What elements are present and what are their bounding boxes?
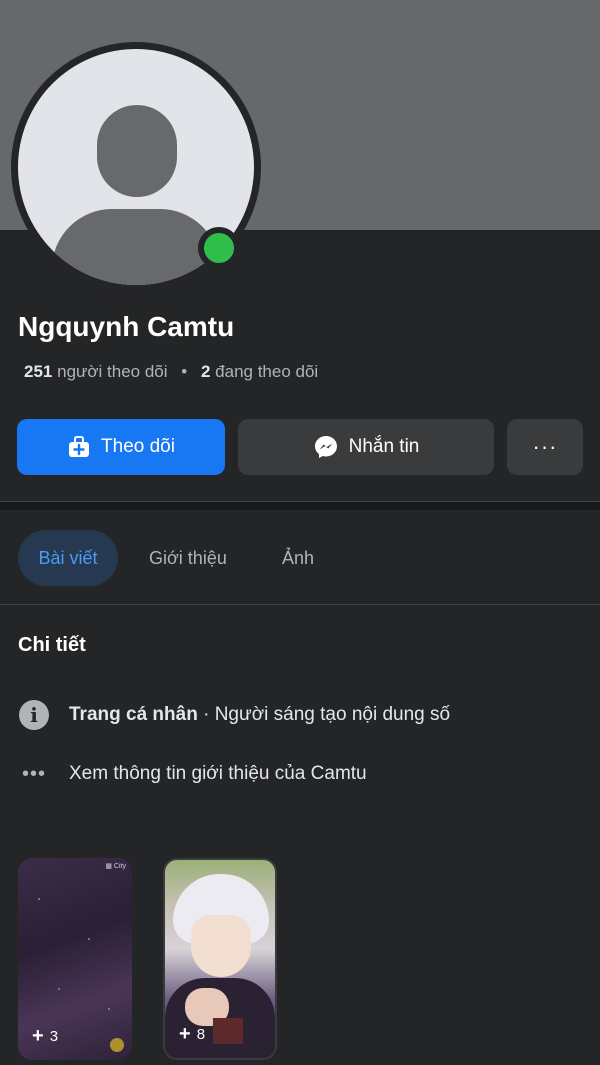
avatar-placeholder-head (97, 105, 177, 197)
more-dots-icon: ··· (532, 434, 558, 459)
message-button[interactable]: Nhắn tin (238, 419, 494, 475)
tab-posts[interactable]: Bài viết (18, 530, 118, 586)
follow-label: Theo dõi (101, 436, 175, 457)
star-decoration (108, 1008, 110, 1010)
online-status-icon (198, 227, 240, 269)
followers-label: người theo dõi (57, 362, 168, 381)
see-about-label: Xem thông tin giới thiệu của Camtu (69, 763, 367, 784)
star-decoration (38, 898, 40, 900)
section-divider (0, 501, 600, 510)
info-icon: i (19, 700, 49, 730)
details-title: Chi tiết (18, 634, 86, 656)
message-label: Nhắn tin (348, 436, 420, 457)
following-label: đang theo dõi (215, 362, 319, 381)
page-type-rest: · Người sáng tạo nội dung số (197, 704, 451, 725)
follow-stats[interactable]: 251 người theo dõi • 2 đang theo dõi (24, 362, 318, 382)
following-count: 2 (200, 362, 211, 381)
highlight-card[interactable]: ▦ City + 3 (18, 858, 132, 1060)
profile-name: Ngquynh Camtu (18, 311, 235, 342)
highlight-count: + 8 (179, 1023, 206, 1045)
followers-count: 251 (24, 362, 53, 381)
page-type-bold: Trang cá nhân (69, 704, 198, 725)
avatar-placeholder-body (52, 209, 220, 285)
artwork-cube (213, 1018, 243, 1044)
tabs-divider (0, 604, 600, 605)
follow-button[interactable]: Theo dõi (17, 419, 225, 475)
highlight-count: + 3 (32, 1025, 59, 1047)
artwork-face (191, 915, 251, 977)
stats-separator: • (181, 362, 188, 381)
more-dots-icon: ••• (21, 762, 46, 785)
thumbnail-badge (110, 1038, 124, 1052)
person-add-icon (67, 435, 91, 459)
detail-page-type: i Trang cá nhân · Người sáng tạo nội dun… (18, 699, 450, 731)
tab-about[interactable]: Giới thiệu (149, 530, 227, 586)
highlight-card[interactable]: + 8 (163, 858, 277, 1060)
star-decoration (58, 988, 60, 990)
see-about-link[interactable]: ••• Xem thông tin giới thiệu của Camtu (18, 758, 367, 790)
tab-photos[interactable]: Ảnh (282, 530, 314, 586)
messenger-icon (313, 434, 339, 460)
thumbnail-status-text: ▦ City (105, 863, 126, 870)
more-options-button[interactable]: ··· (507, 419, 583, 475)
star-decoration (88, 938, 90, 940)
